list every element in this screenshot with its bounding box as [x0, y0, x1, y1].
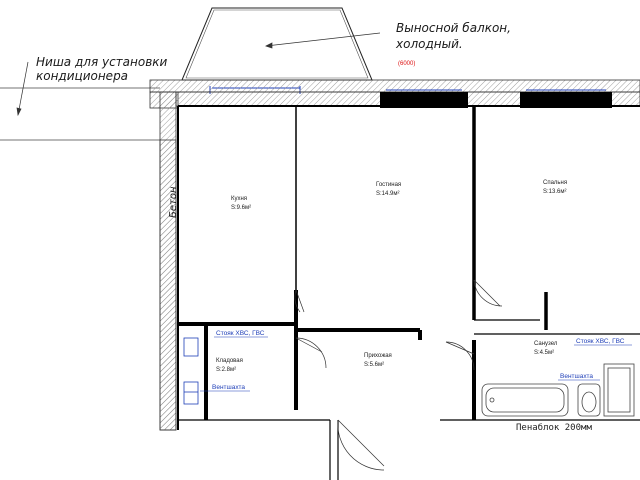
bedroom-name: Спальня — [543, 180, 567, 186]
hallway-area: S:5.6м² — [364, 362, 384, 368]
bathroom-area: S:4.5м² — [534, 350, 554, 356]
living-area: S:14.9м² — [376, 191, 399, 197]
balcony-label-line1: Выносной балкон, — [396, 21, 511, 35]
door-swings — [294, 279, 503, 471]
kitchen-area: S:9.6м² — [231, 205, 251, 211]
kitchen-name: Кухня — [231, 196, 247, 202]
vent-label-right: Вентшахта — [560, 373, 593, 380]
balcony-label-line2: холодный. — [395, 37, 463, 51]
bathroom-name: Санузел — [534, 341, 558, 347]
niche-label-line1: Ниша для установки — [36, 55, 168, 69]
niche-outline — [0, 87, 160, 141]
foam-block-label: Пенаблок 200мм — [516, 422, 592, 433]
riser-label-left: Стояк ХВС, ГВС — [216, 330, 265, 337]
storage-name: Кладовая — [216, 358, 243, 364]
hallway-name: Прихожая — [364, 353, 392, 359]
bathroom-fixtures — [481, 363, 635, 417]
floor-plan: Выносной балкон, холодный. (6000) Ниша д… — [0, 7, 640, 480]
riser-boxes — [183, 337, 199, 405]
wall-material-label: Бетон — [168, 186, 179, 218]
bedroom-area: S:13.6м² — [543, 189, 566, 195]
niche-label-line2: кондиционера — [36, 69, 128, 83]
living-name: Гостиная — [376, 182, 401, 188]
riser-label-right: Стояк ХВС, ГВС — [576, 338, 625, 345]
storage-area: S:2.8м² — [216, 367, 236, 373]
vent-label-left: Вентшахта — [212, 384, 245, 391]
balcony-dimension: (6000) — [398, 61, 415, 67]
